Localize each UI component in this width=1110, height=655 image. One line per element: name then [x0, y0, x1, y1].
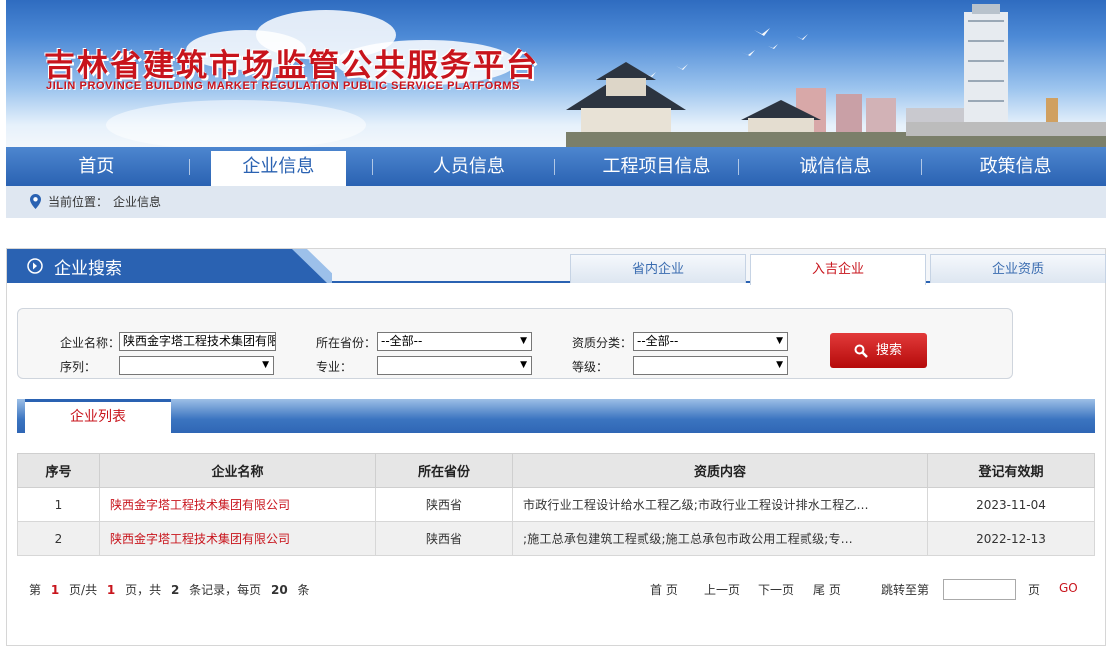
main-nav: 首页 企业信息 人员信息 工程项目信息 诚信信息 政策信息 — [6, 147, 1106, 186]
major-label: 专业： — [316, 360, 353, 374]
pager-text: 第 — [29, 583, 42, 597]
pager-summary: 第 1 页/共 1 页，共 2 条记录，每页 20 条 — [29, 581, 310, 598]
sequence-label: 序列： — [60, 360, 97, 374]
search-button[interactable]: 搜索 — [830, 333, 927, 368]
qualification-type-label: 资质分类： — [572, 336, 633, 350]
col-company-name: 企业名称 — [99, 453, 376, 488]
nav-divider — [554, 159, 555, 175]
tab-enterprise-qualifications[interactable]: 企业资质 — [930, 254, 1106, 283]
chevron-down-icon: ▼ — [262, 360, 269, 370]
site-title-en: JILIN PROVINCE BUILDING MARKET REGULATIO… — [46, 80, 521, 92]
section-title: 企业搜索 — [54, 259, 122, 279]
col-province: 所在省份 — [375, 453, 513, 488]
goto-page-input[interactable] — [943, 579, 1016, 600]
circle-arrow-icon — [27, 258, 43, 274]
tab-enterprise-list[interactable]: 企业列表 — [25, 399, 171, 433]
row-index: 2 — [17, 521, 100, 556]
nav-divider — [738, 159, 739, 175]
company-name-input[interactable]: 陕西金字塔工程技术集团有限 — [119, 332, 276, 351]
qualification-type-select[interactable]: --全部-- ▼ — [633, 332, 788, 351]
site-title: 吉林省建筑市场监管公共服务平台 — [44, 48, 539, 84]
province-select-value: --全部-- — [381, 334, 423, 348]
row-qualification: ;施工总承包建筑工程贰级;施工总承包市政公用工程贰级;专... — [512, 521, 928, 556]
search-button-label: 搜索 — [876, 343, 903, 358]
grade-label: 等级： — [572, 360, 609, 374]
table-header-row: 序号 企业名称 所在省份 资质内容 登记有效期 — [17, 453, 1095, 488]
nav-divider — [189, 159, 190, 175]
grade-select[interactable]: ▼ — [633, 356, 788, 375]
chevron-down-icon: ▼ — [520, 336, 527, 346]
nav-personnel-info[interactable]: 人员信息 — [370, 147, 568, 186]
pager-text: 页，共 — [125, 583, 162, 597]
row-index: 1 — [17, 487, 100, 522]
tab-provincial-enterprises[interactable]: 省内企业 — [570, 254, 746, 283]
goto-label: 跳转至第 — [881, 583, 930, 597]
search-form: 企业名称： 陕西金字塔工程技术集团有限 所在省份： --全部-- ▼ 资质分类：… — [17, 308, 1013, 379]
nav-policy-info[interactable]: 政策信息 — [925, 147, 1106, 186]
breadcrumb-prefix: 当前位置： — [48, 195, 109, 209]
location-pin-icon — [30, 194, 41, 209]
chevron-down-icon: ▼ — [776, 336, 783, 346]
nav-project-info[interactable]: 工程项目信息 — [568, 147, 746, 186]
prev-page-link[interactable]: 上一页 — [704, 581, 740, 598]
enterprise-search-panel: 企业搜索 省内企业 入吉企业 企业资质 企业名称： 陕西金字塔工程技术集团有限 … — [6, 248, 1106, 646]
nav-credit-info[interactable]: 诚信信息 — [745, 147, 925, 186]
enterprise-table: 序号 企业名称 所在省份 资质内容 登记有效期 1 陕西金字塔工程技术集团有限公… — [17, 453, 1095, 556]
list-header-bar: 企业列表 — [17, 399, 1095, 433]
chevron-down-icon: ▼ — [776, 360, 783, 370]
chevron-down-icon: ▼ — [520, 360, 527, 370]
header-banner: 吉林省建筑市场监管公共服务平台 JILIN PROVINCE BUILDING … — [6, 0, 1106, 147]
total-records: 2 — [170, 583, 180, 597]
table-row: 2 陕西金字塔工程技术集团有限公司 陕西省 ;施工总承包建筑工程贰级;施工总承包… — [17, 521, 1095, 556]
qualification-type-select-value: --全部-- — [637, 334, 679, 348]
first-page-link[interactable]: 首 页 — [650, 581, 678, 598]
goto-suffix: 页 — [1028, 583, 1041, 597]
pager-text: 条记录，每页 — [189, 583, 262, 597]
row-validity: 2022-12-13 — [927, 521, 1095, 556]
nav-home[interactable]: 首页 — [6, 147, 187, 186]
tab-incoming-enterprises[interactable]: 入吉企业 — [750, 254, 926, 285]
province-label: 所在省份： — [316, 336, 377, 350]
go-button[interactable]: GO — [1059, 581, 1078, 595]
nav-enterprise-info[interactable]: 企业信息 — [210, 151, 347, 186]
pager-text: 页/共 — [69, 583, 98, 597]
pager-text: 条 — [297, 583, 310, 597]
province-select[interactable]: --全部-- ▼ — [377, 332, 532, 351]
col-index: 序号 — [17, 453, 100, 488]
panel-header: 企业搜索 省内企业 入吉企业 企业资质 — [7, 249, 1106, 285]
breadcrumb: 当前位置： 企业信息 — [6, 186, 1106, 218]
table-row: 1 陕西金字塔工程技术集团有限公司 陕西省 市政行业工程设计给水工程乙级;市政行… — [17, 487, 1095, 522]
major-select[interactable]: ▼ — [377, 356, 532, 375]
sequence-select[interactable]: ▼ — [119, 356, 274, 375]
row-province: 陕西省 — [375, 487, 513, 522]
col-validity: 登记有效期 — [927, 453, 1095, 488]
last-page-link[interactable]: 尾 页 — [813, 581, 841, 598]
search-icon — [854, 344, 868, 358]
total-pages: 1 — [106, 583, 116, 597]
per-page: 20 — [270, 583, 288, 597]
col-qualification: 资质内容 — [512, 453, 928, 488]
company-name-link[interactable]: 陕西金字塔工程技术集团有限公司 — [99, 487, 376, 522]
row-qualification: 市政行业工程设计给水工程乙级;市政行业工程设计排水工程乙... — [512, 487, 928, 522]
company-name-link[interactable]: 陕西金字塔工程技术集团有限公司 — [99, 521, 376, 556]
current-page: 1 — [50, 583, 60, 597]
company-name-label: 企业名称： — [60, 336, 121, 350]
breadcrumb-current[interactable]: 企业信息 — [113, 186, 161, 218]
next-page-link[interactable]: 下一页 — [758, 581, 794, 598]
row-validity: 2023-11-04 — [927, 487, 1095, 522]
row-province: 陕西省 — [375, 521, 513, 556]
nav-divider — [372, 159, 373, 175]
nav-divider — [921, 159, 922, 175]
